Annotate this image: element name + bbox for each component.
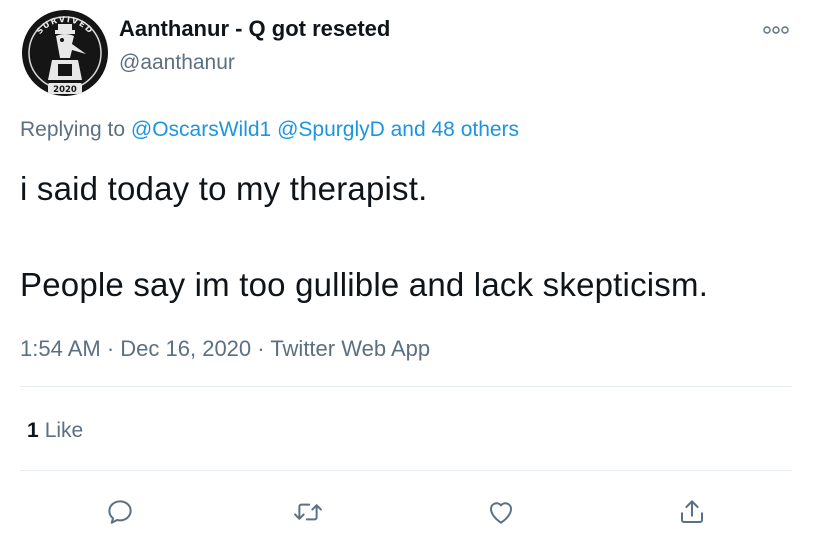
retweet-button[interactable] bbox=[288, 492, 328, 532]
tweet: SURVIVED 2020 Aanthanur - Q got reseted … bbox=[0, 0, 816, 551]
tweet-source-app[interactable]: Twitter Web App bbox=[270, 336, 430, 361]
more-options-button[interactable] bbox=[758, 18, 794, 42]
mention-others[interactable]: and 48 others bbox=[391, 118, 519, 141]
tweet-date[interactable]: Dec 16, 2020 bbox=[120, 336, 251, 361]
divider bbox=[20, 470, 792, 471]
tweet-meta: 1:54 AM · Dec 16, 2020 · Twitter Web App bbox=[20, 336, 430, 362]
replying-to: Replying to @OscarsWild1 @SpurglyD and 4… bbox=[20, 118, 519, 142]
mention-oscarswild1[interactable]: @OscarsWild1 bbox=[131, 118, 271, 141]
avatar-bottom-text: 2020 bbox=[53, 85, 77, 95]
reply-icon bbox=[108, 500, 132, 524]
more-options-icon bbox=[763, 26, 789, 34]
replying-prefix: Replying to bbox=[20, 118, 126, 141]
like-button[interactable] bbox=[481, 492, 521, 532]
tweet-text-line-2: People say im too gullible and lack skep… bbox=[20, 266, 709, 303]
divider bbox=[20, 386, 792, 387]
tweet-text-line-1: i said today to my therapist. bbox=[20, 170, 428, 207]
likes-count: 1 bbox=[27, 419, 39, 442]
share-button[interactable] bbox=[672, 492, 712, 532]
tweet-time[interactable]: 1:54 AM bbox=[20, 336, 101, 361]
avatar[interactable]: SURVIVED 2020 bbox=[22, 10, 108, 96]
author-display-name[interactable]: Aanthanur - Q got reseted bbox=[119, 16, 390, 42]
retweet-icon bbox=[294, 503, 322, 521]
mention-spurglyd[interactable]: @SpurglyD bbox=[277, 118, 385, 141]
heart-icon bbox=[490, 502, 512, 524]
survived-2020-badge-icon: SURVIVED 2020 bbox=[23, 11, 107, 95]
share-icon bbox=[681, 500, 703, 523]
reply-button[interactable] bbox=[100, 492, 140, 532]
meta-separator: · bbox=[251, 336, 271, 361]
likes-label: Like bbox=[44, 419, 84, 442]
author-handle[interactable]: @aanthanur bbox=[119, 51, 235, 75]
likes-stat[interactable]: 1 Like bbox=[27, 419, 83, 443]
meta-separator: · bbox=[100, 336, 121, 361]
